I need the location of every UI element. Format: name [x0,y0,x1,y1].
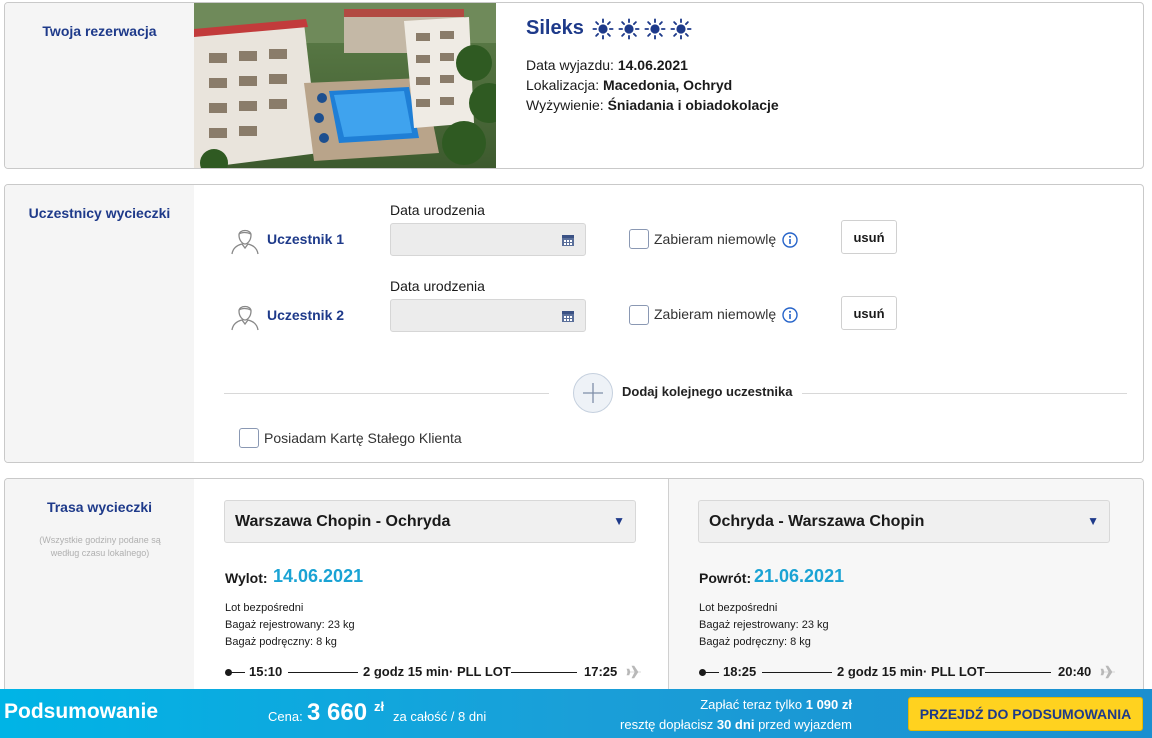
meals-row: Wyżywienie: Śniadania i obiadokolacje [526,97,779,113]
rest-days: 30 dni [716,717,755,732]
plane-icon [1100,665,1115,679]
divider-right [802,393,1127,394]
participant-1-delete-button[interactable]: usuń [841,220,897,254]
calendar-icon[interactable] [561,233,575,247]
outbound-carrier: · PLL LOT [449,664,511,679]
participant-2-infant-checkbox[interactable] [629,305,649,325]
hotel-rating [592,17,692,40]
pay-now-value: 1 090 zł [805,697,852,712]
divider-left [224,393,549,394]
outbound-timeline: 15:10 2 godz 15 min · PLL LOT 17:25 [225,664,645,680]
outbound-duration: 2 godz 15 min [363,664,449,679]
participant-1-infant-checkbox[interactable] [629,229,649,249]
participant-2-delete-button[interactable]: usuń [841,296,897,330]
timeline-segment [703,672,719,673]
return-checked-bag: Bagaż rejestrowany: 23 kg [699,619,829,631]
outbound-direct: Lot bezpośredni [225,602,304,614]
return-dep-time: 18:25 [723,664,757,679]
outbound-route-select[interactable]: Warszawa Chopin - Ochryda ▼ [224,500,636,543]
loyalty-card-label[interactable]: Posiadam Kartę Stałego Klienta [264,430,462,446]
outbound-hand-bag: Bagaż podręczny: 8 kg [225,636,337,648]
participant-1-label: Uczestnik 1 [267,231,345,247]
participant-1-dob-input[interactable] [390,223,586,256]
outbound-dep-time: 15:10 [249,664,283,679]
person-icon [231,229,259,255]
timeline-segment [288,672,358,673]
participants-side-panel: Uczestnicy wycieczki [5,185,194,462]
person-icon [231,305,259,331]
dropdown-arrow-icon: ▼ [613,514,625,528]
participant-2-dob-label: Data urodzenia [390,278,485,294]
dropdown-arrow-icon: ▼ [1087,514,1099,528]
price-suffix: za całość / 8 dni [393,709,487,724]
price-value: 3 660 [307,699,368,726]
return-carrier: · PLL LOT [923,664,985,679]
rest-suffix: przed wyjazdem [758,717,852,732]
add-participant-button[interactable] [573,373,613,413]
pay-now-prefix: Zapłać teraz tylko [700,697,803,712]
participant-2-infant-label[interactable]: Zabieram niemowlę [654,306,776,322]
add-participant-label[interactable]: Dodaj kolejnego uczestnika [622,384,793,399]
participant-1-infant-label[interactable]: Zabieram niemowlę [654,231,776,247]
return-date: 21.06.2021 [754,566,845,586]
summary-title: Podsumowanie [4,700,159,723]
go-to-summary-button[interactable]: PRZEJDŹ DO PODSUMOWANIA [908,697,1143,731]
hotel-name-text: Sileks [526,17,584,39]
route-timezone-note: (Wszystkie godziny podane są według czas… [39,535,161,558]
loyalty-card-checkbox[interactable] [239,428,259,448]
price-currency: zł [374,699,385,714]
reservation-card: Twoja rezerwacja Sileks Data wyjazdu: 14… [4,2,1144,169]
participant-1-dob-label: Data urodzenia [390,202,485,218]
outbound-date: 14.06.2021 [273,566,364,586]
timeline-segment [762,672,832,673]
timeline-segment [229,672,245,673]
meals-label: Wyżywienie: [526,97,604,113]
sun-icon [592,17,614,40]
departure-date-row: Data wyjazdu: 14.06.2021 [526,57,688,73]
return-duration: 2 godz 15 min [837,664,923,679]
return-hand-bag: Bagaż podręczny: 8 kg [699,636,811,648]
plus-icon [583,383,603,403]
participants-card: Uczestnicy wycieczki Uczestnik 1 Data ur… [4,184,1144,463]
info-icon[interactable] [782,307,798,323]
return-timeline: 18:25 2 godz 15 min · PLL LOT 20:40 [699,664,1119,680]
location-label: Lokalizacja: [526,77,600,93]
reservation-section-title: Twoja rezerwacja [42,23,157,39]
participant-2-label: Uczestnik 2 [267,307,345,323]
route-section-title: Trasa wycieczki [46,499,153,515]
outbound-arr-time: 17:25 [584,664,618,679]
summary-bar: Podsumowanie Cena: 3 660 zł za całość / … [0,689,1152,738]
departure-date-value: 14.06.2021 [617,57,688,73]
timeline-segment [985,672,1051,673]
calendar-icon[interactable] [561,309,575,323]
timeline-segment [511,672,577,673]
participants-section-title: Uczestnicy wycieczki [28,205,171,221]
return-route-select[interactable]: Ochryda - Warszawa Chopin ▼ [698,500,1110,543]
sun-icon [644,17,666,40]
sun-icon [618,17,640,40]
price-label: Cena: [268,709,303,724]
hotel-photo [194,3,496,168]
hotel-name: Sileks [526,17,692,40]
return-arr-time: 20:40 [1058,664,1092,679]
outbound-date-label: Wylot: [225,570,268,586]
return-date-label: Powrót: [699,570,752,586]
plane-icon [626,665,641,679]
rest-prefix: resztę dopłacisz [620,717,714,732]
location-row: Lokalizacja: Macedonia, Ochryd [526,77,732,93]
participant-2-dob-input[interactable] [390,299,586,332]
departure-date-label: Data wyjazdu: [526,57,614,73]
pay-now-line: Zapłać teraz tylko 1 090 zł [700,697,852,712]
return-direct: Lot bezpośredni [699,602,778,614]
reservation-side-panel: Twoja rezerwacja [5,3,194,168]
outbound-route-value: Warszawa Chopin - Ochryda [235,513,451,530]
info-icon[interactable] [782,232,798,248]
location-value: Macedonia, Ochryd [603,77,733,93]
pay-rest-line: resztę dopłacisz 30 dni przed wyjazdem [620,717,852,732]
outbound-checked-bag: Bagaż rejestrowany: 23 kg [225,619,355,631]
meals-value: Śniadania i obiadokolacje [607,97,779,113]
return-route-value: Ochryda - Warszawa Chopin [709,513,925,530]
sun-icon [670,17,692,40]
